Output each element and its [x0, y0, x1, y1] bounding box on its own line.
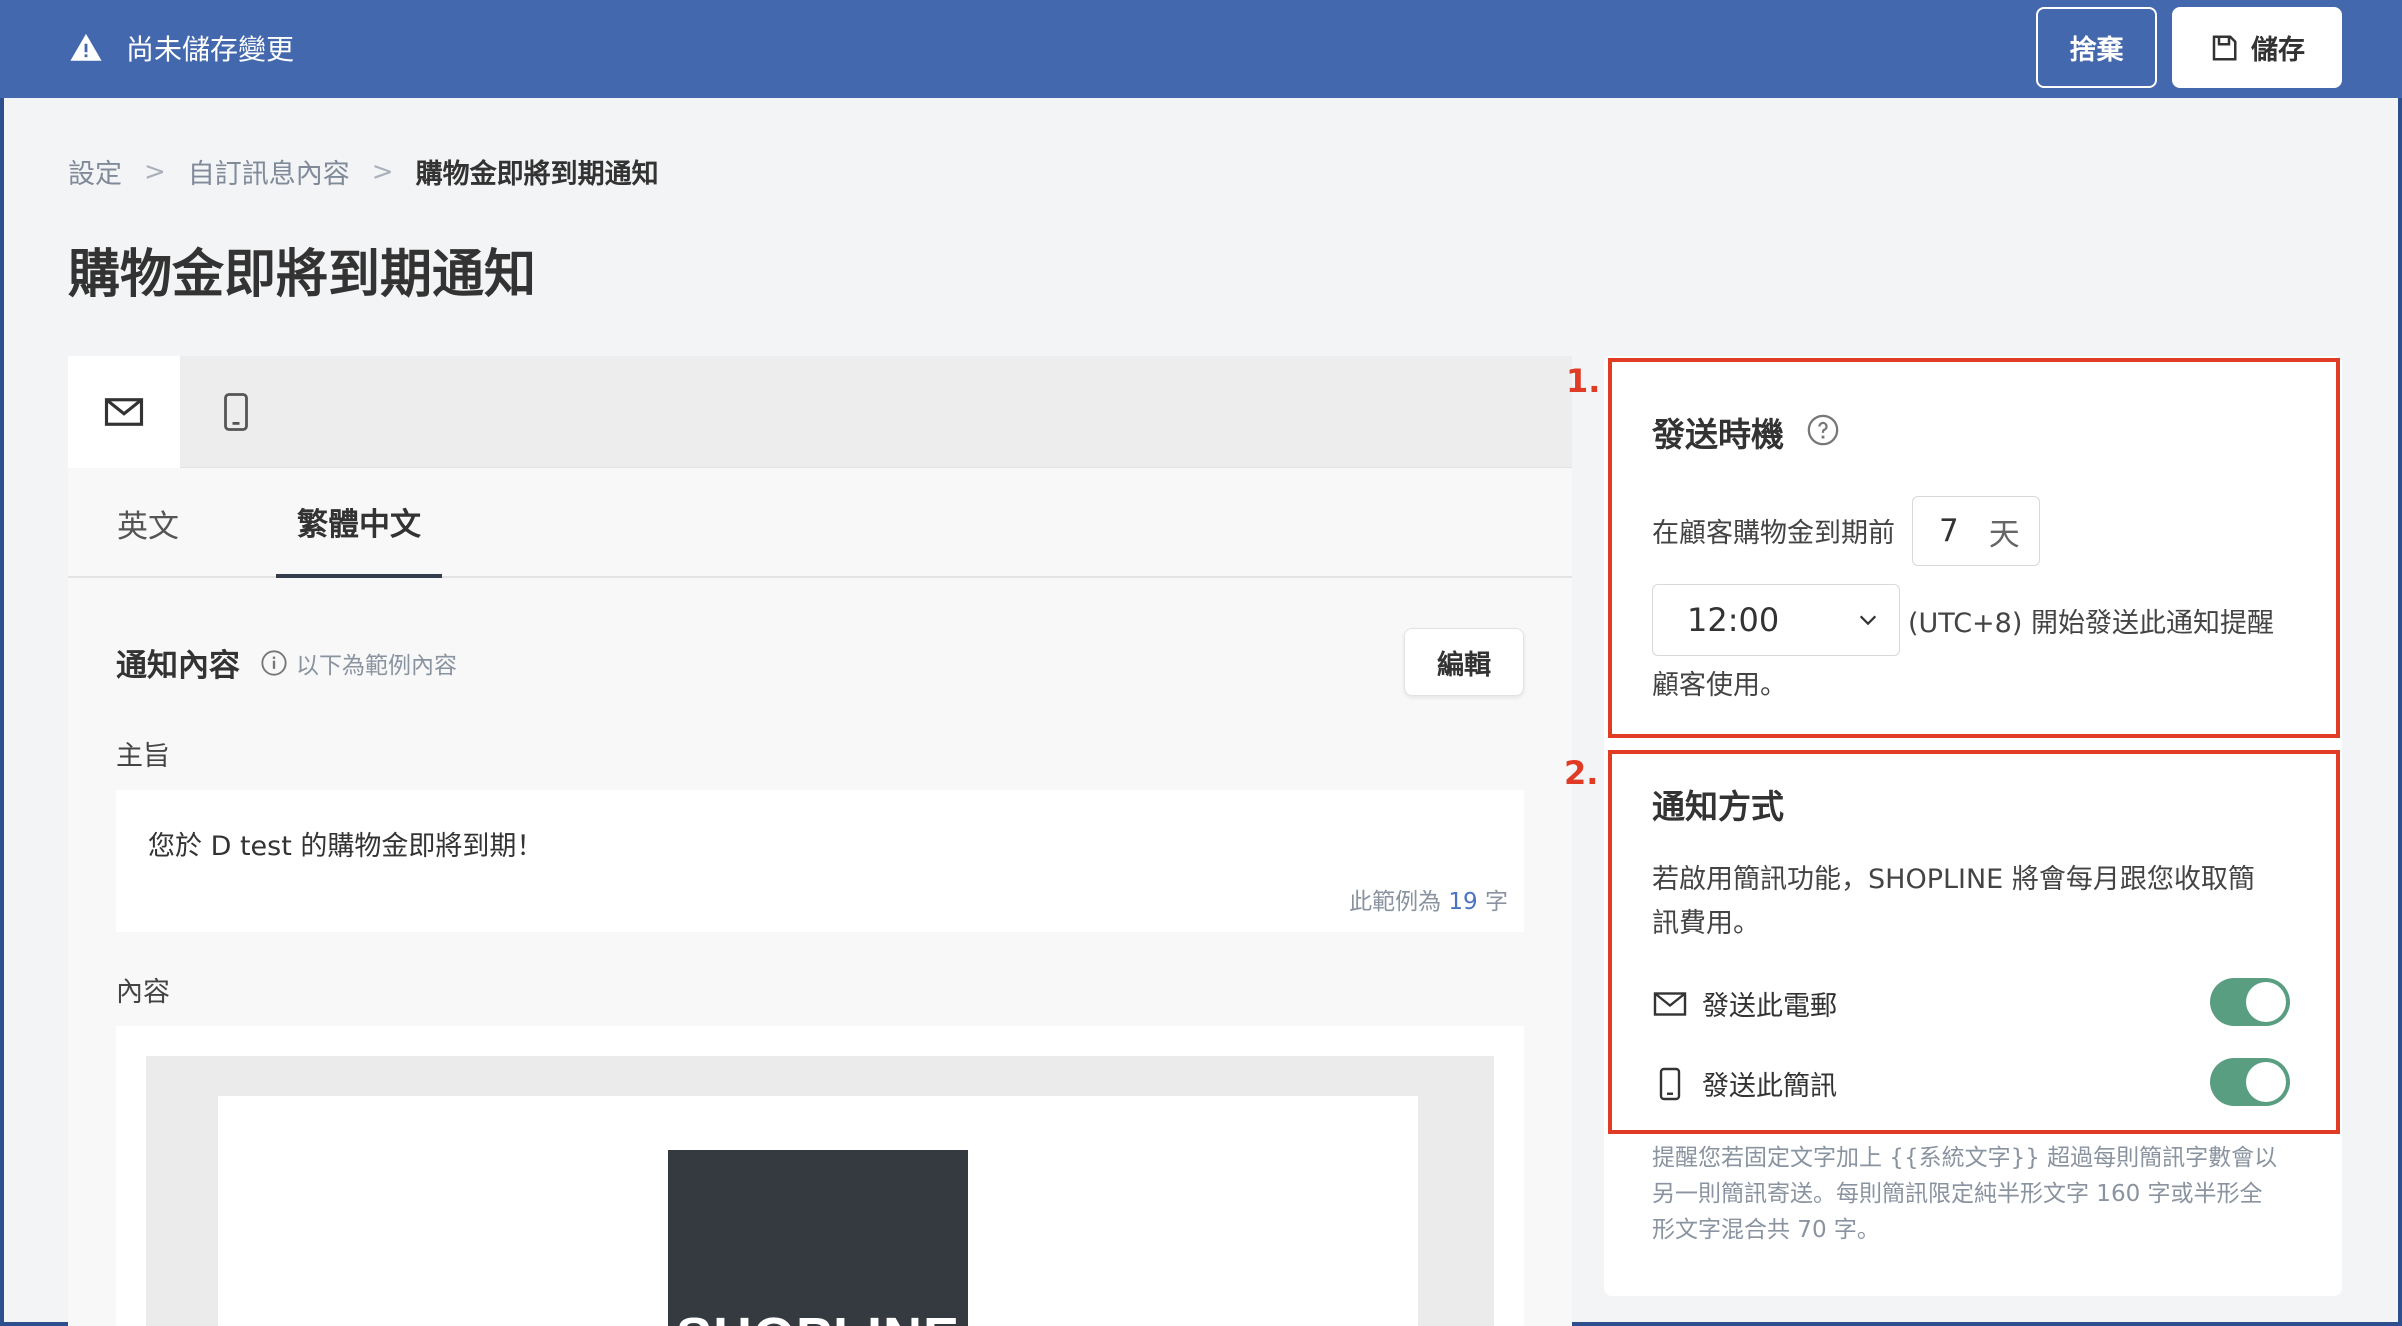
note-line-2: 另一則簡訊寄送。每則簡訊限定純半形文字 160 字或半形全	[1652, 1181, 2263, 1207]
tab-traditional-chinese[interactable]: 繁體中文	[276, 468, 442, 578]
note-line-3: 形文字混合共 70 字。	[1652, 1217, 1880, 1243]
unsaved-changes-bar: 尚未儲存變更 捨棄 儲存	[0, 0, 2402, 98]
note-line-1: 提醒您若固定文字加上 {{系統文字}} 超過每則簡訊字數會以	[1652, 1145, 2278, 1171]
subject-preview: 您於 D test 的購物金即將到期！ 此範例為 19 字	[116, 790, 1524, 932]
subject-label: 主旨	[116, 741, 170, 772]
sample-info-text: 以下為範例內容	[296, 652, 457, 679]
count-prefix: 此範例為	[1349, 889, 1442, 915]
days-value: 7	[1939, 513, 1959, 549]
page-title: 購物金即將到期通知	[68, 245, 537, 305]
tab-english[interactable]: 英文	[88, 468, 208, 578]
help-icon[interactable]	[1806, 413, 1840, 447]
email-icon	[1653, 991, 1687, 1016]
email-icon	[104, 398, 144, 426]
tab-email[interactable]	[68, 356, 180, 468]
days-unit: 天	[1988, 516, 2020, 553]
phone-icon	[1659, 1067, 1681, 1100]
notification-method-title: 通知方式	[1652, 787, 1784, 826]
subject-text: 您於 D test 的購物金即將到期！	[148, 831, 544, 862]
email-toggle-label: 發送此電郵	[1702, 991, 1837, 1022]
breadcrumb-separator: >	[144, 156, 166, 187]
time-select[interactable]: 12:00	[1652, 584, 1900, 656]
sms-toggle-label: 發送此簡訊	[1702, 1071, 1837, 1102]
save-icon	[2212, 35, 2237, 60]
timezone-text: (UTC+8) 開始發送此通知提醒	[1908, 608, 2274, 639]
days-input[interactable]: 7 天	[1912, 496, 2040, 566]
shopline-logo: SHOPLINE	[668, 1150, 968, 1326]
content-label: 內容	[116, 977, 170, 1008]
email-card: SHOPLINE	[218, 1096, 1418, 1326]
save-label: 儲存	[2251, 35, 2305, 66]
sms-fee-desc-line1: 若啟用簡訊功能，SHOPLINE 將會每月跟您收取簡	[1652, 864, 2255, 895]
warning-text: 尚未儲存變更	[126, 33, 295, 66]
breadcrumb: 設定 > 自訂訊息內容 > 購物金即將到期通知	[68, 152, 659, 191]
section-title: 通知內容	[116, 648, 240, 684]
sms-length-note: 提醒您若固定文字加上 {{系統文字}} 超過每則簡訊字數會以 另一則簡訊寄送。每…	[1652, 1140, 2292, 1248]
count-suffix: 字	[1485, 889, 1508, 915]
channel-tabs	[68, 356, 1572, 468]
breadcrumb-separator: >	[371, 156, 394, 187]
toggle-knob	[2246, 1062, 2286, 1102]
discard-button[interactable]: 捨棄	[2036, 7, 2157, 88]
sms-fee-desc-line2: 訊費用。	[1652, 908, 1760, 939]
time-value: 12:00	[1687, 601, 1780, 639]
notification-content-header: 通知內容 以下為範例內容	[116, 640, 457, 685]
sms-toggle-row: 發送此簡訊	[1652, 1064, 1837, 1103]
send-timing-title: 發送時機	[1652, 415, 1784, 454]
phone-icon	[224, 393, 248, 431]
edit-button[interactable]: 編輯	[1404, 628, 1524, 696]
logo-text: SHOPLINE	[676, 1306, 960, 1326]
before-expiry-text: 在顧客購物金到期前	[1652, 518, 1895, 549]
annotation-number-2: 2.	[1564, 754, 1599, 792]
unsaved-warning: 尚未儲存變更	[68, 28, 294, 68]
tab-sms[interactable]	[180, 356, 292, 468]
info-icon	[261, 649, 287, 676]
warning-icon	[70, 33, 102, 61]
sample-info: 以下為範例內容	[260, 646, 457, 680]
content-preview: SHOPLINE	[116, 1026, 1524, 1326]
count-value: 19	[1448, 889, 1478, 915]
sms-toggle[interactable]	[2210, 1058, 2290, 1106]
breadcrumb-custom-messages[interactable]: 自訂訊息內容	[188, 152, 350, 191]
breadcrumb-settings[interactable]: 設定	[68, 152, 122, 191]
annotation-number-1: 1.	[1566, 362, 1601, 400]
save-button[interactable]: 儲存	[2172, 7, 2342, 88]
toggle-knob	[2246, 982, 2286, 1022]
email-preview: SHOPLINE	[146, 1056, 1494, 1326]
timing-text-line2: 顧客使用。	[1652, 670, 1787, 701]
language-tabs: 英文 繁體中文	[68, 468, 1572, 578]
chevron-down-icon	[1859, 615, 1877, 626]
email-toggle-row: 發送此電郵	[1652, 984, 1837, 1023]
breadcrumb-current: 購物金即將到期通知	[415, 159, 659, 190]
character-count: 此範例為 19 字	[1349, 882, 1508, 916]
email-toggle[interactable]	[2210, 978, 2290, 1026]
